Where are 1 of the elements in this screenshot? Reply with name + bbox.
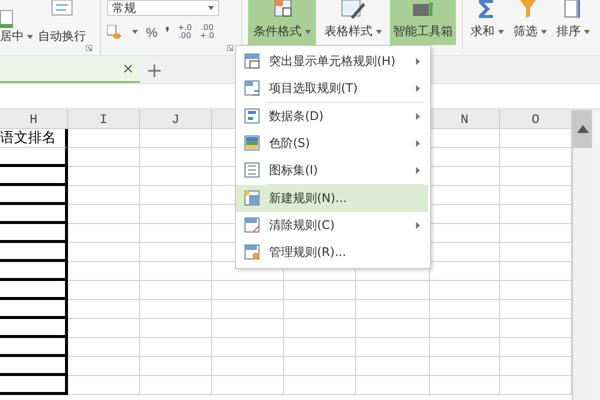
table-cell: 语文排名 (0, 129, 68, 148)
